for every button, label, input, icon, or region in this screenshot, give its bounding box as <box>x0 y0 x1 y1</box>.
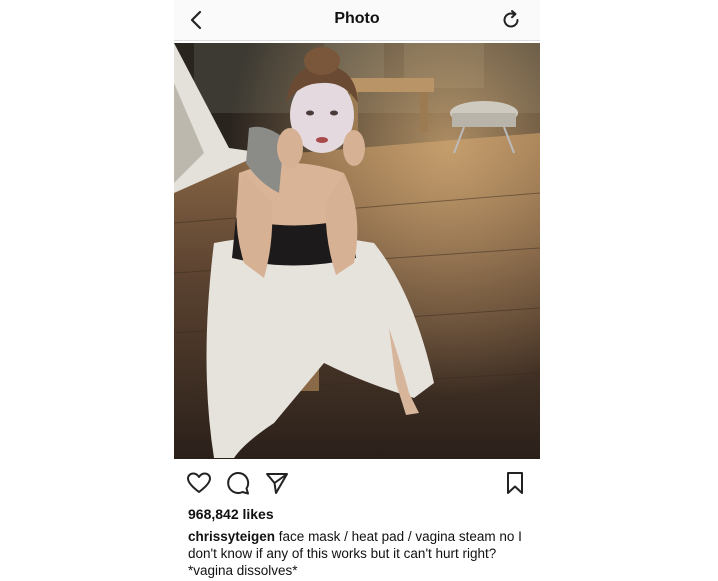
refresh-icon[interactable] <box>500 9 522 31</box>
bookmark-icon[interactable] <box>502 470 528 496</box>
page-title: Photo <box>334 10 380 27</box>
heart-icon[interactable] <box>186 470 212 496</box>
post-caption: chrissyteigen face mask / heat pad / vag… <box>188 528 528 579</box>
likes-count[interactable]: 968,842 likes <box>188 506 274 522</box>
post-action-bar <box>174 467 540 499</box>
send-icon[interactable] <box>264 470 290 496</box>
instagram-post-screen: Photo 968,842 likes chrissyteigen face m… <box>174 0 540 581</box>
top-nav-bar: Photo <box>174 0 540 41</box>
caption-username[interactable]: chrissyteigen <box>188 529 275 544</box>
post-photo[interactable] <box>174 43 540 459</box>
comment-icon[interactable] <box>225 470 251 496</box>
